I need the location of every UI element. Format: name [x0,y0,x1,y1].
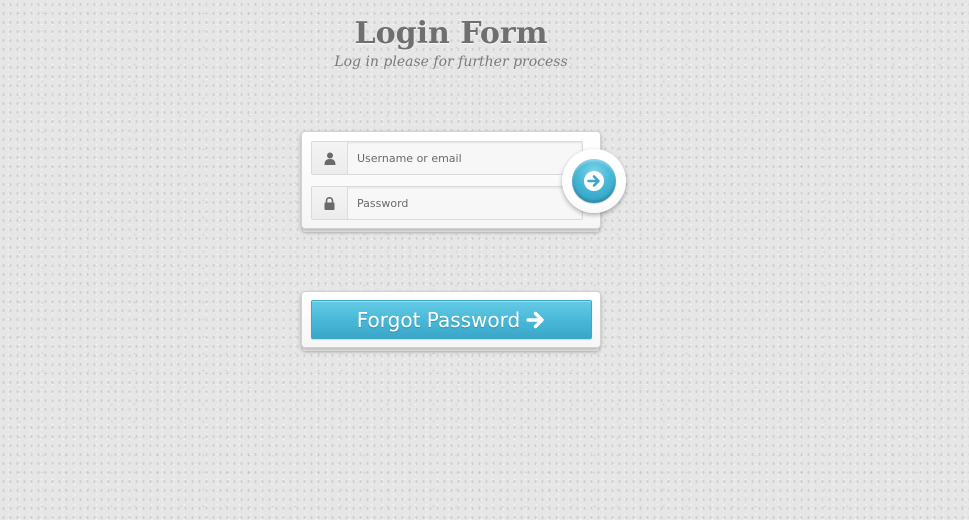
arrow-right-icon [584,171,604,191]
password-input[interactable] [348,187,578,219]
forgot-password-label: Forgot Password [356,307,521,332]
login-form [301,131,601,229]
username-field [311,141,583,175]
submit-button-ring [562,149,626,213]
forgot-password-button[interactable]: Forgot Password [311,300,592,339]
lock-icon [312,187,348,219]
login-submit-button[interactable] [572,159,616,203]
user-icon [312,142,348,174]
page-subtitle: Log in please for further process [334,54,568,70]
page-title: Login Form [354,16,548,51]
arrow-right-icon [526,311,544,328]
forgot-password-panel: Forgot Password [301,291,601,348]
password-field [311,186,583,220]
username-input[interactable] [348,142,578,174]
